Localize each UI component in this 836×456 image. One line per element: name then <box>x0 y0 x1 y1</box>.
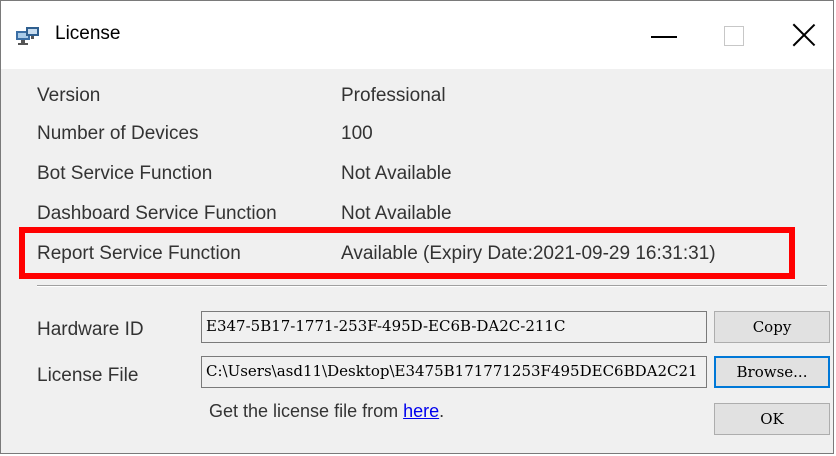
hardware-id-label: Hardware ID <box>37 319 144 340</box>
ok-button[interactable]: OK <box>714 403 830 435</box>
window-title: License <box>55 23 121 44</box>
license-app-icon <box>16 27 39 45</box>
minimize-button[interactable] <box>633 1 695 69</box>
license-file-label: License File <box>37 365 139 386</box>
version-label: Version <box>37 85 101 106</box>
license-file-field[interactable]: C:\Users\asd11\Desktop\E3475B171771253F4… <box>201 356 707 388</box>
maximize-button[interactable] <box>703 1 765 69</box>
maximize-icon <box>724 26 744 46</box>
report-highlight-box <box>19 227 795 279</box>
separator-highlight <box>37 286 827 287</box>
bot-service-value: Not Available <box>341 163 452 184</box>
minimize-icon <box>651 36 677 38</box>
title-bar[interactable]: License <box>1 1 833 69</box>
here-link[interactable]: here <box>403 401 439 421</box>
hint-suffix: . <box>439 401 445 421</box>
dashboard-service-value: Not Available <box>341 203 452 224</box>
browse-button[interactable]: Browse... <box>714 356 830 388</box>
devices-value: 100 <box>341 123 373 144</box>
dashboard-service-label: Dashboard Service Function <box>37 203 277 224</box>
hardware-id-field[interactable]: E347-5B17-1771-253F-495D-EC6B-DA2C-211C <box>201 311 707 343</box>
license-hint: Get the license file from here. <box>209 401 444 422</box>
license-dialog: License Version Professional Number of D… <box>0 0 834 454</box>
hint-prefix: Get the license file from <box>209 401 404 421</box>
devices-label: Number of Devices <box>37 123 199 144</box>
copy-button[interactable]: Copy <box>714 311 830 343</box>
bot-service-label: Bot Service Function <box>37 163 213 184</box>
version-value: Professional <box>341 85 446 106</box>
close-icon <box>792 23 816 47</box>
close-button[interactable] <box>773 1 835 69</box>
